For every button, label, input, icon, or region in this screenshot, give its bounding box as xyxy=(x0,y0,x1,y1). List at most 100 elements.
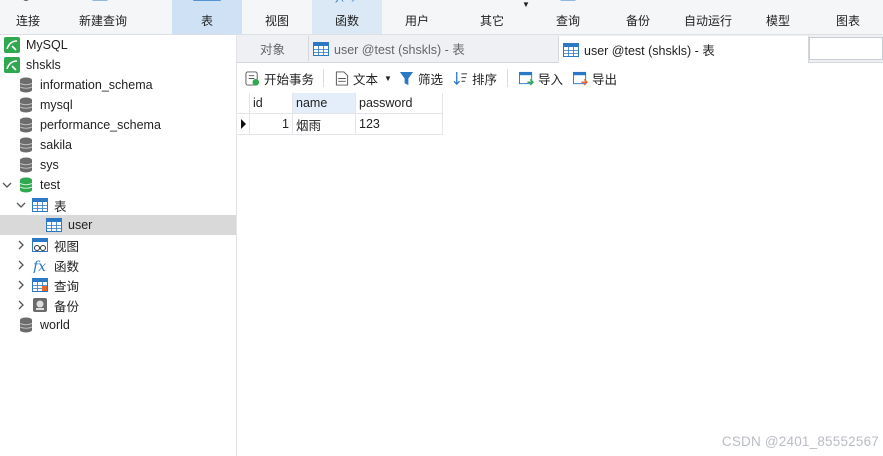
chevron-right-icon[interactable] xyxy=(16,240,26,250)
table-cell-id[interactable]: 1 xyxy=(250,114,293,135)
import-button[interactable]: 导入 xyxy=(519,69,563,87)
tree-folder-label: 查询 xyxy=(54,279,80,294)
tree-folder-views[interactable]: 视图 xyxy=(0,235,236,255)
row-indicator[interactable] xyxy=(237,114,250,135)
sort-button[interactable]: 排序 xyxy=(453,69,497,87)
tree-connection-mysql[interactable]: MySQL xyxy=(0,35,236,55)
begin-transaction-button[interactable]: 开始事务 xyxy=(245,69,314,87)
tree-db-label: sakila xyxy=(40,138,72,152)
column-header-label: id xyxy=(253,96,263,110)
toolbar-connect-button[interactable]: 连接 xyxy=(0,0,56,34)
toolbar-backup-button[interactable]: 备份 xyxy=(606,0,670,34)
chart-icon xyxy=(833,0,863,6)
column-header-name[interactable]: name xyxy=(293,93,356,114)
chevron-right-icon[interactable] xyxy=(16,280,26,290)
filter-button[interactable]: 筛选 xyxy=(399,69,443,87)
toolbar-table-button[interactable]: 表 xyxy=(172,0,242,34)
toolbar-function-label: 函数 xyxy=(334,14,359,28)
tree-db-label: world xyxy=(40,318,70,332)
cell-value: 123 xyxy=(359,117,380,131)
tree-db-test[interactable]: test xyxy=(0,175,236,195)
chevron-right-icon[interactable] xyxy=(16,300,26,310)
export-button[interactable]: 导出 xyxy=(573,69,617,87)
svg-text:fx: fx xyxy=(32,259,46,273)
tree-db-label: information_schema xyxy=(40,78,153,92)
tree-connection-shskls[interactable]: shskls xyxy=(0,55,236,75)
toolbar-auto-run-button[interactable]: 自动运行 xyxy=(676,0,740,34)
other-icon xyxy=(477,0,507,6)
tree-folder-backups[interactable]: 备份 xyxy=(0,295,236,315)
toolbar-user-button[interactable]: 用户 xyxy=(382,0,452,34)
export-label: 导出 xyxy=(592,72,618,87)
main-toolbar: 连接 新建查询 表 ɩ00 视图 f(x) 函数 用户 其它 ▼ 查询 备份 自… xyxy=(0,0,883,35)
backup-folder-icon xyxy=(33,298,47,312)
auto-run-icon xyxy=(693,0,723,6)
tab-objects[interactable]: 对象 xyxy=(237,36,309,61)
toolbar-new-query-button[interactable]: 新建查询 xyxy=(64,0,142,34)
chevron-right-icon[interactable] xyxy=(16,260,26,270)
database-icon xyxy=(19,77,33,93)
column-header-id[interactable]: id xyxy=(250,93,293,114)
mysql-connection-icon xyxy=(4,57,20,73)
backup-icon xyxy=(623,0,653,6)
table-icon xyxy=(563,42,579,57)
cell-value: 1 xyxy=(282,117,289,131)
tree-db-performance-schema[interactable]: performance_schema xyxy=(0,115,236,135)
tree-db-world[interactable]: world xyxy=(0,315,236,335)
toolbar-function-button[interactable]: f(x) 函数 xyxy=(312,0,382,34)
object-search-input[interactable] xyxy=(809,37,883,60)
text-view-button[interactable]: 文本 ▼ xyxy=(335,69,392,87)
database-icon xyxy=(19,157,33,173)
tree-connection-label: shskls xyxy=(26,58,61,72)
sort-icon xyxy=(453,71,468,85)
text-view-label: 文本 xyxy=(353,72,379,87)
other-dropdown-arrow-icon[interactable]: ▼ xyxy=(522,0,530,9)
tree-folder-tables[interactable]: 表 xyxy=(0,195,236,215)
tree-db-sakila[interactable]: sakila xyxy=(0,135,236,155)
watermark: CSDN @2401_85552567 xyxy=(721,434,879,449)
toolbar-user-label: 用户 xyxy=(404,14,429,28)
import-icon xyxy=(519,71,534,86)
tree-folder-functions[interactable]: fx 函数 xyxy=(0,255,236,275)
tree-db-mysql[interactable]: mysql xyxy=(0,95,236,115)
tab-label: user @test (shskls) - 表 xyxy=(334,43,465,57)
tab-user-table-1[interactable]: user @test (shskls) - 表 xyxy=(309,36,559,61)
toolbar-model-button[interactable]: 模型 xyxy=(746,0,810,34)
toolbar-query-button[interactable]: 查询 xyxy=(536,0,600,34)
toolbar-chart-button[interactable]: 图表 xyxy=(816,0,880,34)
transaction-icon xyxy=(245,70,260,86)
user-icon xyxy=(402,0,432,6)
table-cell-password[interactable]: 123 xyxy=(356,114,443,135)
tree-db-sys[interactable]: sys xyxy=(0,155,236,175)
tree-db-label: test xyxy=(40,178,61,192)
column-header-password[interactable]: password xyxy=(356,93,443,114)
table-cell-name[interactable]: 烟雨 xyxy=(293,114,356,135)
connect-icon xyxy=(23,0,29,1)
toolbar-table-label: 表 xyxy=(200,14,213,28)
tab-user-table-2[interactable]: user @test (shskls) - 表 xyxy=(559,36,809,63)
tab-bar: 对象 user @test (shskls) - 表 user @test (s… xyxy=(237,35,883,63)
toolbar-query-label: 查询 xyxy=(555,14,580,28)
database-icon xyxy=(19,117,33,133)
chevron-down-icon[interactable] xyxy=(16,200,26,210)
function-icon: f(x) xyxy=(335,0,357,3)
toolbar-divider xyxy=(507,69,508,87)
chevron-down-icon[interactable] xyxy=(2,180,12,190)
toolbar-divider xyxy=(323,69,324,87)
table-icon xyxy=(193,0,221,1)
toolbar-new-query-label: 新建查询 xyxy=(78,14,127,28)
toolbar-other-button[interactable]: 其它 xyxy=(462,0,522,34)
table-icon xyxy=(46,218,62,232)
tree-db-information-schema[interactable]: information_schema xyxy=(0,75,236,95)
filter-icon xyxy=(399,71,414,85)
tree-table-user[interactable]: user xyxy=(0,215,236,235)
tree-folder-queries[interactable]: 查询 xyxy=(0,275,236,295)
database-icon xyxy=(19,137,33,153)
begin-transaction-label: 开始事务 xyxy=(264,72,315,87)
navigation-tree: MySQL shskls information_schema mysql pe… xyxy=(0,35,237,456)
toolbar-view-button[interactable]: ɩ00 视图 xyxy=(242,0,312,34)
tree-db-label: performance_schema xyxy=(40,118,161,132)
text-dropdown-arrow-icon[interactable]: ▼ xyxy=(384,74,392,83)
view-icon: ɩ00 xyxy=(264,0,283,3)
cell-value: 烟雨 xyxy=(296,118,322,133)
